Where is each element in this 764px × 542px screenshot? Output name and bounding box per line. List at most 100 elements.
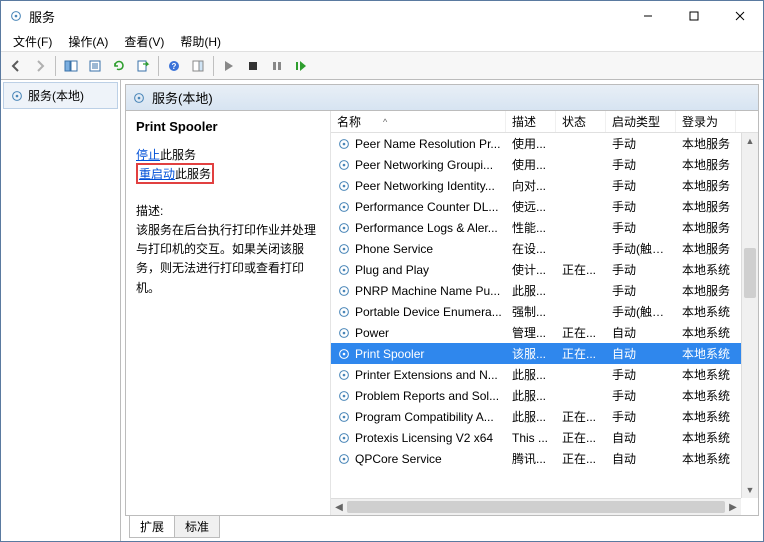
service-row[interactable]: Peer Networking Groupi...使用...手动本地服务 [331, 154, 758, 175]
col-header-status[interactable]: 状态 [556, 111, 606, 132]
service-row[interactable]: Peer Name Resolution Pr...使用...手动本地服务 [331, 133, 758, 154]
col-header-logon[interactable]: 登录为 [676, 111, 736, 132]
menu-view[interactable]: 查看(V) [116, 31, 172, 52]
refresh-button[interactable] [108, 55, 130, 77]
view-tabs: 扩展 标准 [125, 516, 759, 537]
close-button[interactable] [717, 1, 763, 31]
cell-name: Portable Device Enumera... [331, 305, 506, 319]
maximize-button[interactable] [671, 1, 717, 31]
cell-status: 正在... [556, 261, 606, 278]
cell-desc: 腾讯... [506, 450, 556, 467]
col-header-startup[interactable]: 启动类型 [606, 111, 676, 132]
scroll-up-icon[interactable]: ▲ [742, 133, 758, 149]
menu-file[interactable]: 文件(F) [5, 31, 60, 52]
service-name: Portable Device Enumera... [355, 305, 502, 319]
cell-logon: 本地系统 [676, 345, 736, 362]
forward-button[interactable] [29, 55, 51, 77]
scroll-thumb[interactable] [744, 248, 756, 298]
cell-name: Problem Reports and Sol... [331, 389, 506, 403]
body: 服务(本地) 服务(本地) Print Spooler 停止此服务 [1, 80, 763, 541]
cell-name: Print Spooler [331, 347, 506, 361]
gear-icon [337, 179, 351, 193]
service-row[interactable]: Phone Service在设...手动(触发...本地服务 [331, 238, 758, 259]
content-header: 服务(本地) [126, 85, 758, 111]
vertical-scrollbar[interactable]: ▲ ▼ [741, 133, 758, 498]
service-row[interactable]: Portable Device Enumera...强制...手动(触发...本… [331, 301, 758, 322]
cell-desc: 使计... [506, 261, 556, 278]
show-hide-tree-button[interactable] [60, 55, 82, 77]
restart-service-button[interactable] [290, 55, 312, 77]
gear-icon [337, 137, 351, 151]
menu-action[interactable]: 操作(A) [60, 31, 116, 52]
action-pane-button[interactable] [187, 55, 209, 77]
nav-tree: 服务(本地) [1, 80, 121, 541]
horizontal-scrollbar[interactable]: ◀ ▶ [331, 498, 741, 515]
cell-logon: 本地系统 [676, 450, 736, 467]
scroll-down-icon[interactable]: ▼ [742, 482, 758, 498]
cell-logon: 本地系统 [676, 261, 736, 278]
scroll-right-icon[interactable]: ▶ [725, 499, 741, 515]
service-row[interactable]: Peer Networking Identity...向对...手动本地服务 [331, 175, 758, 196]
cell-name: PNRP Machine Name Pu... [331, 284, 506, 298]
cell-logon: 本地服务 [676, 177, 736, 194]
col-header-desc[interactable]: 描述 [506, 111, 556, 132]
service-row[interactable]: Performance Logs & Aler...性能...手动本地服务 [331, 217, 758, 238]
service-name: Peer Networking Groupi... [355, 158, 493, 172]
cell-startup: 手动(触发... [606, 240, 676, 257]
col-header-name[interactable]: 名称^ [331, 111, 506, 132]
cell-logon: 本地服务 [676, 282, 736, 299]
gear-icon [337, 158, 351, 172]
service-name: QPCore Service [355, 452, 442, 466]
gear-icon [337, 410, 351, 424]
service-row[interactable]: Plug and Play使计...正在...手动本地系统 [331, 259, 758, 280]
stop-service-button[interactable] [242, 55, 264, 77]
menu-help[interactable]: 帮助(H) [172, 31, 229, 52]
service-row[interactable]: Printer Extensions and N...此服...手动本地系统 [331, 364, 758, 385]
gear-icon [337, 347, 351, 361]
properties-button[interactable] [84, 55, 106, 77]
tab-standard[interactable]: 标准 [174, 516, 220, 538]
restart-link[interactable]: 重启动 [139, 167, 175, 181]
scroll-left-icon[interactable]: ◀ [331, 499, 347, 515]
tab-extended[interactable]: 扩展 [129, 516, 175, 538]
scroll-thumb[interactable] [347, 501, 725, 513]
service-name: Printer Extensions and N... [355, 368, 498, 382]
start-service-button[interactable] [218, 55, 240, 77]
service-row[interactable]: Print Spooler该服...正在...自动本地系统 [331, 343, 758, 364]
help-button[interactable]: ? [163, 55, 185, 77]
service-row[interactable]: Protexis Licensing V2 x64This ...正在...自动… [331, 427, 758, 448]
stop-link[interactable]: 停止 [136, 148, 160, 162]
service-row[interactable]: Performance Counter DL...使远...手动本地服务 [331, 196, 758, 217]
gear-icon [337, 452, 351, 466]
gear-icon [337, 221, 351, 235]
minimize-button[interactable] [625, 1, 671, 31]
cell-name: Printer Extensions and N... [331, 368, 506, 382]
service-row[interactable]: Power管理...正在...自动本地系统 [331, 322, 758, 343]
cell-logon: 本地系统 [676, 408, 736, 425]
service-row[interactable]: QPCore Service腾讯...正在...自动本地系统 [331, 448, 758, 469]
cell-logon: 本地系统 [676, 429, 736, 446]
cell-startup: 手动 [606, 408, 676, 425]
service-name: Print Spooler [355, 347, 424, 361]
app-icon [9, 9, 23, 23]
cell-desc: 在设... [506, 240, 556, 257]
description-label: 描述: [136, 202, 320, 219]
cell-startup: 手动(触发... [606, 303, 676, 320]
cell-name: Peer Name Resolution Pr... [331, 137, 506, 151]
service-row[interactable]: PNRP Machine Name Pu...此服...手动本地服务 [331, 280, 758, 301]
cell-startup: 手动 [606, 198, 676, 215]
service-row[interactable]: Problem Reports and Sol...此服...手动本地系统 [331, 385, 758, 406]
service-row[interactable]: Program Compatibility A...此服...正在...手动本地… [331, 406, 758, 427]
cell-desc: 此服... [506, 282, 556, 299]
nav-root-services[interactable]: 服务(本地) [3, 82, 118, 109]
cell-name: Performance Logs & Aler... [331, 221, 506, 235]
content-inner: 服务(本地) Print Spooler 停止此服务 重启动此服务 描述: 该服… [125, 84, 759, 516]
details-title: Print Spooler [136, 119, 320, 134]
stop-service-row: 停止此服务 [136, 146, 320, 163]
export-button[interactable] [132, 55, 154, 77]
cell-desc: 此服... [506, 408, 556, 425]
cell-startup: 手动 [606, 387, 676, 404]
cell-logon: 本地系统 [676, 324, 736, 341]
back-button[interactable] [5, 55, 27, 77]
pause-service-button[interactable] [266, 55, 288, 77]
